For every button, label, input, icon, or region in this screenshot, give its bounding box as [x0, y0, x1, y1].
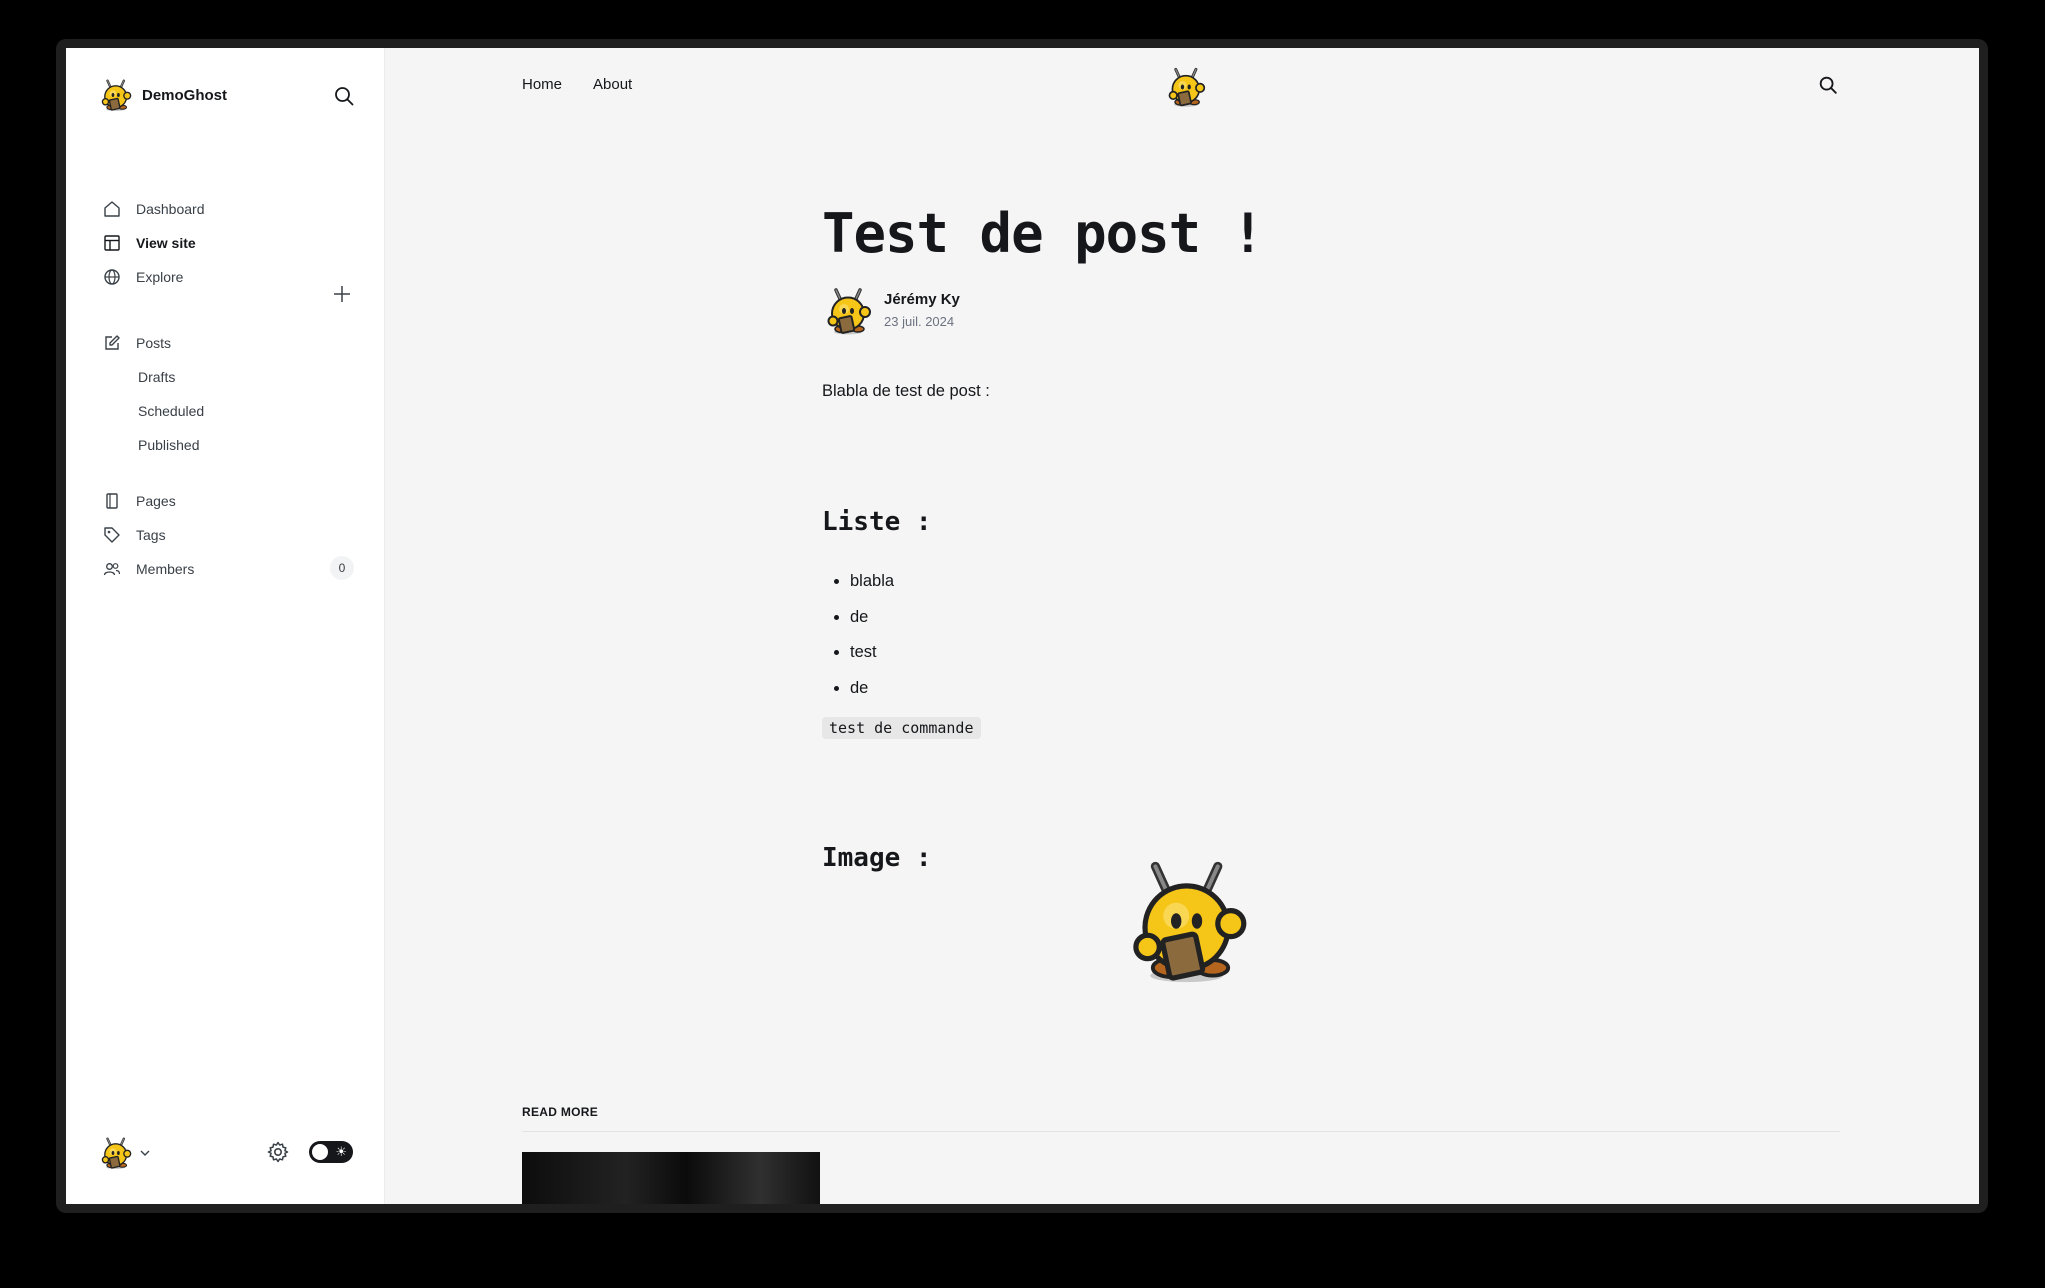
- nav-explore-label: Explore: [136, 269, 184, 285]
- site-preview: Home About Test de post ! Jérémy Ky 23 j…: [385, 48, 1979, 1204]
- related-post-thumbnail[interactable]: [522, 1152, 820, 1204]
- nav-pages[interactable]: Pages: [102, 488, 176, 514]
- gear-icon[interactable]: [266, 1140, 290, 1164]
- post-intro: Blabla de test de post :: [822, 382, 990, 400]
- list-item: blabla: [850, 566, 894, 602]
- edit-icon: [102, 333, 122, 353]
- chevron-down-icon: [140, 1150, 150, 1156]
- search-icon[interactable]: [1817, 74, 1839, 96]
- nav-pages-label: Pages: [136, 493, 176, 509]
- nav-scheduled[interactable]: Scheduled: [138, 400, 204, 422]
- image-heading: Image :: [822, 843, 932, 873]
- nav-published[interactable]: Published: [138, 434, 200, 456]
- nav-dashboard[interactable]: Dashboard: [102, 196, 205, 222]
- list-item: test: [850, 637, 894, 673]
- nav-tags[interactable]: Tags: [102, 522, 166, 548]
- nav-tags-label: Tags: [136, 527, 166, 543]
- nav-drafts[interactable]: Drafts: [138, 366, 175, 388]
- sun-icon: ☀: [335, 1144, 347, 1159]
- site-nav-about[interactable]: About: [593, 76, 632, 93]
- toggle-knob: [312, 1144, 328, 1160]
- nav-posts-label: Posts: [136, 335, 172, 351]
- nav-posts[interactable]: Posts: [102, 330, 171, 356]
- members-icon: [102, 559, 122, 579]
- globe-icon: [102, 267, 122, 287]
- nav-view-site[interactable]: View site: [102, 230, 196, 256]
- search-icon[interactable]: [332, 84, 356, 108]
- nav-dashboard-label: Dashboard: [136, 201, 205, 217]
- post-image: [1119, 856, 1249, 986]
- sidebar: DemoGhost Dashboard View site Explore Po…: [66, 48, 385, 1204]
- layout-icon: [102, 233, 122, 253]
- nav-explore[interactable]: Explore: [102, 264, 183, 290]
- author-avatar[interactable]: [822, 286, 872, 336]
- app-window: DemoGhost Dashboard View site Explore Po…: [66, 48, 1979, 1204]
- site-logo-icon: [98, 78, 132, 112]
- author-name[interactable]: Jérémy Ky: [884, 291, 960, 308]
- divider: [522, 1131, 1840, 1132]
- list-heading: Liste :: [822, 507, 932, 537]
- brand-name: DemoGhost: [142, 86, 228, 104]
- home-icon: [102, 199, 122, 219]
- site-nav-home[interactable]: Home: [522, 76, 562, 93]
- theme-toggle[interactable]: ☀: [309, 1141, 353, 1163]
- avatar: [98, 1136, 132, 1170]
- post-date: 23 juil. 2024: [884, 314, 955, 329]
- list-item: de: [850, 673, 894, 709]
- nav-members[interactable]: Members: [102, 556, 194, 582]
- brand[interactable]: DemoGhost: [98, 78, 227, 112]
- members-count-badge: 0: [330, 556, 354, 580]
- read-more-heading: READ MORE: [522, 1105, 599, 1119]
- site-logo-icon[interactable]: [1164, 66, 1206, 108]
- list-item: de: [850, 602, 894, 638]
- nav-members-label: Members: [136, 561, 195, 577]
- nav-view-site-label: View site: [136, 235, 196, 251]
- page-icon: [102, 491, 122, 511]
- tag-icon: [102, 525, 122, 545]
- inline-code: test de commande: [822, 717, 981, 739]
- user-menu[interactable]: [98, 1136, 152, 1170]
- post-title: Test de post !: [822, 202, 1264, 265]
- new-post-plus-icon[interactable]: [332, 284, 352, 304]
